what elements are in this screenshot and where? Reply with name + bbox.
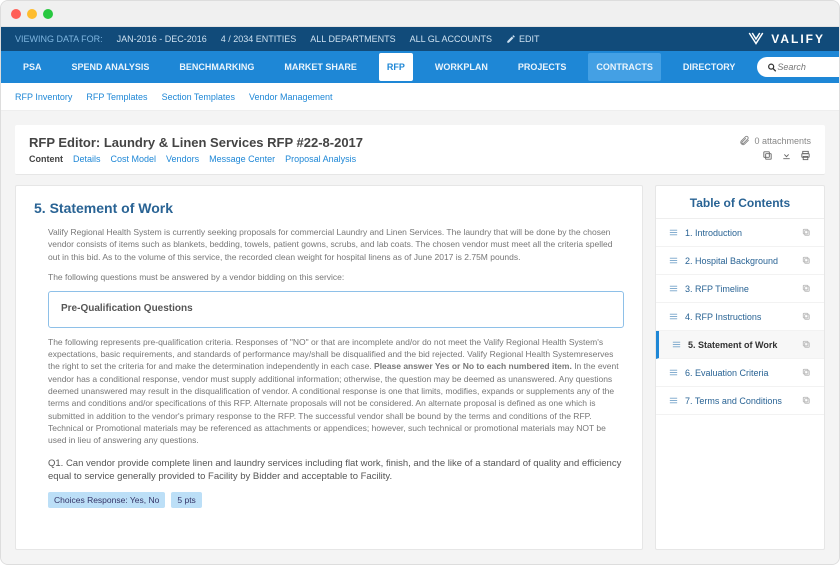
preq-criteria-text: The following represents pre-qualificati… bbox=[48, 336, 624, 447]
tab-proposal-analysis[interactable]: Proposal Analysis bbox=[285, 154, 356, 164]
primary-nav: PSA SPEND ANALYSIS BENCHMARKING MARKET S… bbox=[1, 51, 839, 83]
filter-entities[interactable]: 4 / 2034 ENTITIES bbox=[221, 34, 297, 44]
nav-psa[interactable]: PSA bbox=[15, 53, 50, 81]
app-window: VIEWING DATA FOR: JAN-2016 - DEC-2016 4 … bbox=[0, 0, 840, 565]
list-icon bbox=[668, 311, 679, 322]
nav-workplan[interactable]: WORKPLAN bbox=[427, 53, 496, 81]
copy-icon[interactable] bbox=[801, 367, 812, 378]
subnav-section-templates[interactable]: Section Templates bbox=[162, 92, 235, 102]
toc-item-6[interactable]: 6. Evaluation Criteria bbox=[656, 359, 824, 387]
tab-vendors[interactable]: Vendors bbox=[166, 154, 199, 164]
tab-content[interactable]: Content bbox=[29, 154, 63, 164]
table-of-contents: Table of Contents 1. Introduction2. Hosp… bbox=[655, 185, 825, 550]
tab-cost-model[interactable]: Cost Model bbox=[111, 154, 157, 164]
copy-icon[interactable] bbox=[801, 339, 812, 350]
close-dot[interactable] bbox=[11, 9, 21, 19]
main-panel: 5. Statement of Work Valify Regional Hea… bbox=[15, 185, 643, 550]
copy-icon[interactable] bbox=[801, 255, 812, 266]
nav-contracts[interactable]: CONTRACTS bbox=[588, 53, 661, 81]
tab-message-center[interactable]: Message Center bbox=[209, 154, 275, 164]
subnav-templates[interactable]: RFP Templates bbox=[86, 92, 147, 102]
chip-choices[interactable]: Choices Response: Yes, No bbox=[48, 492, 165, 508]
question-1: Q1. Can vendor provide complete linen an… bbox=[48, 457, 624, 485]
editor-header: RFP Editor: Laundry & Linen Services RFP… bbox=[15, 125, 825, 175]
subnav-inventory[interactable]: RFP Inventory bbox=[15, 92, 72, 102]
nav-rfp[interactable]: RFP bbox=[379, 53, 413, 81]
list-icon bbox=[668, 283, 679, 294]
nav-directory[interactable]: DIRECTORY bbox=[675, 53, 744, 81]
sub-nav: RFP Inventory RFP Templates Section Temp… bbox=[1, 83, 839, 111]
toc-title: Table of Contents bbox=[656, 196, 824, 219]
section-heading: 5. Statement of Work bbox=[34, 200, 624, 216]
global-search[interactable] bbox=[757, 57, 840, 77]
list-icon bbox=[668, 395, 679, 406]
preq-box[interactable]: Pre-Qualification Questions bbox=[48, 291, 624, 328]
copy-icon[interactable] bbox=[801, 283, 812, 294]
chip-points[interactable]: 5 pts bbox=[171, 492, 201, 508]
list-icon bbox=[668, 227, 679, 238]
maximize-dot[interactable] bbox=[43, 9, 53, 19]
copy-icon[interactable] bbox=[801, 227, 812, 238]
copy-icon[interactable] bbox=[762, 150, 773, 161]
titlebar bbox=[1, 1, 839, 27]
editor-tabs: Content Details Cost Model Vendors Messa… bbox=[29, 154, 363, 164]
list-icon bbox=[668, 255, 679, 266]
page-title: RFP Editor: Laundry & Linen Services RFP… bbox=[29, 135, 363, 150]
toc-item-2[interactable]: 2. Hospital Background bbox=[656, 247, 824, 275]
list-icon bbox=[671, 339, 682, 350]
copy-icon[interactable] bbox=[801, 311, 812, 322]
toc-item-7[interactable]: 7. Terms and Conditions bbox=[656, 387, 824, 415]
toc-item-1[interactable]: 1. Introduction bbox=[656, 219, 824, 247]
questions-intro: The following questions must be answered… bbox=[48, 271, 624, 283]
pencil-icon bbox=[506, 34, 516, 44]
filter-date-range[interactable]: JAN-2016 - DEC-2016 bbox=[117, 34, 207, 44]
toc-item-4[interactable]: 4. RFP Instructions bbox=[656, 303, 824, 331]
tab-details[interactable]: Details bbox=[73, 154, 101, 164]
copy-icon[interactable] bbox=[801, 395, 812, 406]
search-icon bbox=[767, 62, 777, 73]
toc-item-3[interactable]: 3. RFP Timeline bbox=[656, 275, 824, 303]
filter-departments[interactable]: ALL DEPARTMENTS bbox=[310, 34, 395, 44]
intro-paragraph: Valify Regional Health System is current… bbox=[48, 226, 624, 263]
filter-bar: VIEWING DATA FOR: JAN-2016 - DEC-2016 4 … bbox=[1, 27, 839, 51]
search-input[interactable] bbox=[777, 62, 840, 72]
toc-item-5[interactable]: 5. Statement of Work bbox=[656, 331, 824, 359]
brand-logo[interactable]: VALIFY bbox=[747, 30, 825, 48]
filter-label: VIEWING DATA FOR: bbox=[15, 34, 103, 44]
download-icon[interactable] bbox=[781, 150, 792, 161]
filter-accounts[interactable]: ALL GL ACCOUNTS bbox=[410, 34, 492, 44]
filter-edit[interactable]: EDIT bbox=[506, 34, 540, 44]
page-body: RFP Editor: Laundry & Linen Services RFP… bbox=[1, 111, 839, 564]
nav-market-share[interactable]: MARKET SHARE bbox=[276, 53, 365, 81]
attachments-count[interactable]: 0 attachments bbox=[739, 135, 811, 146]
nav-spend-analysis[interactable]: SPEND ANALYSIS bbox=[64, 53, 158, 81]
minimize-dot[interactable] bbox=[27, 9, 37, 19]
list-icon bbox=[668, 367, 679, 378]
subnav-vendor-management[interactable]: Vendor Management bbox=[249, 92, 333, 102]
nav-projects[interactable]: PROJECTS bbox=[510, 53, 575, 81]
paperclip-icon bbox=[739, 135, 750, 146]
nav-benchmarking[interactable]: BENCHMARKING bbox=[171, 53, 262, 81]
print-icon[interactable] bbox=[800, 150, 811, 161]
